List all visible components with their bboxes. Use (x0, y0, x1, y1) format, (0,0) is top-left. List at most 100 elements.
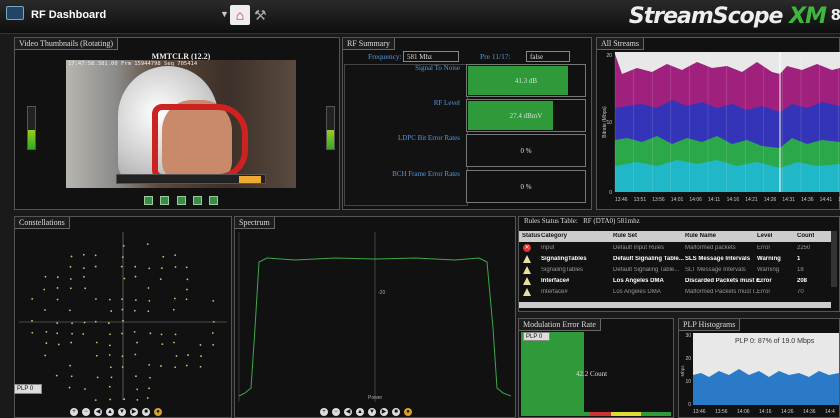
error-icon: ✕ (523, 244, 531, 252)
spectrum-zoom-out-icon[interactable]: − (332, 408, 340, 416)
wrench-icon[interactable]: ⚒ (254, 5, 270, 25)
table-row[interactable]: SignalingTables Default Signaling Table..… (519, 254, 831, 265)
y-tick-label: 0 (688, 402, 691, 408)
y-tick-label: 10 (685, 379, 691, 385)
constellation-point (122, 244, 125, 247)
warning-icon (523, 288, 531, 296)
constellation-point (108, 385, 111, 388)
constellation-point (108, 298, 111, 301)
spectrum-mid-label: -20 (378, 290, 385, 296)
constellation-point (173, 297, 176, 300)
table-cell: Malformed Packets must r... (685, 289, 760, 295)
pan-left-icon[interactable]: ◀ (94, 408, 102, 416)
constellation-point (186, 278, 189, 281)
pan-right-icon[interactable]: ▶ (130, 408, 138, 416)
constellation-point (172, 308, 175, 311)
constellation-point (110, 310, 113, 312)
constellation-point (95, 341, 98, 344)
constellation-point (108, 344, 111, 347)
thumb-toggle-1[interactable] (144, 196, 153, 205)
plp-summary: PLP 0: 87% of 19.0 Mbps (735, 338, 815, 345)
constellation-point (70, 375, 73, 378)
spectrum-reset-icon[interactable]: ■ (392, 408, 400, 416)
x-tick-label: 14:31 (782, 197, 795, 203)
constellation-point (69, 287, 72, 290)
thumb-toggle-4[interactable] (193, 196, 202, 205)
constellation-point (147, 310, 150, 313)
constellation-point (135, 375, 137, 378)
thumb-toggle-5[interactable] (209, 196, 218, 205)
spectrum-zoom-in-icon[interactable]: + (320, 408, 328, 416)
thumb-toggle-3[interactable] (177, 196, 186, 205)
constellation-point (174, 254, 177, 257)
constellation-point (94, 320, 97, 323)
constellation-point (82, 267, 85, 270)
constellation-point (55, 374, 58, 377)
mer-value: 42.2 Count (576, 370, 608, 378)
spectrum-color-icon[interactable]: ● (404, 408, 412, 416)
chevron-down-icon[interactable]: ▼ (220, 9, 229, 19)
spectrum-pan-down-icon[interactable]: ▼ (368, 408, 376, 416)
constellation-point (199, 365, 202, 368)
constellation-point (146, 397, 149, 399)
spectrum-pan-up-icon[interactable]: ▲ (356, 408, 364, 416)
constellation-point (83, 321, 86, 324)
x-tick-label: 14:4 (825, 409, 835, 415)
stream-cyan (615, 160, 840, 192)
plp-histogram-chart: PLP 0: 87% of 19.0 Mbps Mbps 30 20 10 0 13:… (680, 333, 839, 415)
constellation-point (174, 333, 177, 336)
spectrum-pan-right-icon[interactable]: ▶ (380, 408, 388, 416)
pan-down-icon[interactable]: ▼ (118, 408, 126, 416)
constellation-point (212, 343, 215, 346)
table-cell: Default Signaling Table... (613, 256, 684, 262)
constellation-point (68, 386, 71, 389)
table-cell: Default Input Rules (613, 245, 665, 251)
home-icon[interactable]: ⌂ (230, 5, 250, 25)
constellation-plp-select[interactable]: PLP 0 (14, 384, 42, 394)
color-icon[interactable]: ● (154, 408, 162, 416)
constellation-point (133, 309, 136, 312)
x-tick-label: 14:36 (801, 197, 814, 203)
constellation-point (84, 388, 86, 390)
constellation-point (136, 399, 139, 401)
constellation-point (84, 287, 87, 290)
meter-rf-level: 27.4 dBmV (466, 99, 586, 132)
constellation-point (56, 332, 59, 335)
constellation-point (31, 297, 34, 300)
panel-title: Video Thumbnails (Rotating) (15, 38, 119, 50)
mer-plp-select[interactable]: PLP 0 (523, 332, 550, 341)
constellation-point (187, 354, 189, 356)
table-row[interactable]: ✕ Input Default Input Rules Malformed packe… (519, 243, 831, 254)
thumb-toggle-2[interactable] (160, 196, 169, 205)
constellation-point (44, 354, 47, 357)
table-row[interactable]: SignalingTables Default Signaling Table..… (519, 265, 831, 276)
meter-snr: 41.3 dB (466, 64, 586, 97)
table-row[interactable]: Interface# Los Angeles DMA Discarded Packe… (519, 276, 831, 287)
y-tick-mid: 10 (606, 120, 612, 126)
table-hscrollbar[interactable] (519, 302, 831, 308)
zoom-in-icon[interactable]: + (70, 408, 78, 416)
table-scrollbar[interactable] (831, 231, 837, 287)
streamscope-logo: StreamScope XM 8 (628, 4, 840, 29)
pan-up-icon[interactable]: ▲ (106, 408, 114, 416)
constellation-point (56, 298, 59, 301)
x-tick-label: 13:46 (615, 197, 628, 203)
spectrum-pan-left-icon[interactable]: ◀ (344, 408, 352, 416)
constellation-point (186, 288, 188, 291)
zoom-out-icon[interactable]: − (82, 408, 90, 416)
constellation-point (134, 275, 137, 278)
dashboard-select[interactable]: RF Dashboard (5, 4, 233, 26)
x-tick-label: 14:06 (689, 197, 702, 203)
rules-title: Rules Status Table: RF (DTA0) 581mhz (524, 217, 640, 225)
pre-label: Pre 11/17: (480, 52, 511, 61)
table-row[interactable]: Interface# Los Angeles DMA Malformed Packe… (519, 287, 831, 298)
video-thumbnail[interactable] (66, 60, 296, 188)
constellation-point (109, 333, 111, 336)
meter-label-rf-level: RF Level (433, 99, 460, 107)
table-cell: 18 (797, 267, 804, 273)
y-tick-max: 20 (606, 53, 612, 59)
x-tick-label: 14:06 (737, 409, 750, 415)
constellation-point (94, 265, 97, 268)
mer-bar (521, 332, 584, 412)
reset-icon[interactable]: ■ (142, 408, 150, 416)
